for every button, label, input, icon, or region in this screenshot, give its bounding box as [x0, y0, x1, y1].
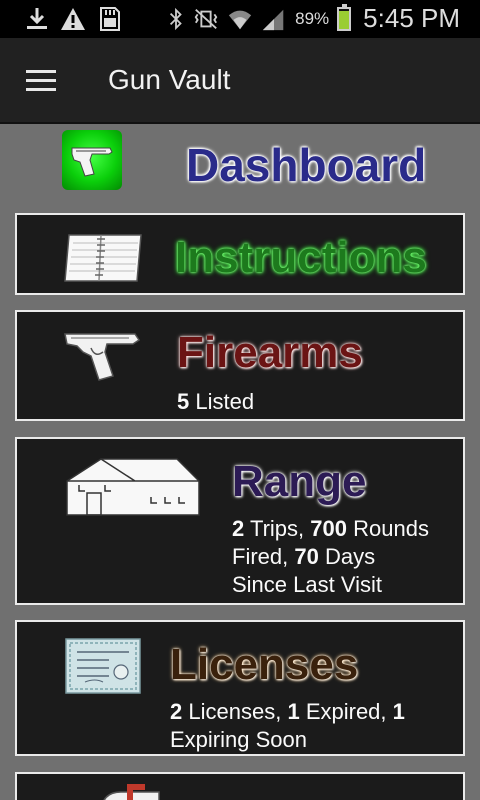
range-title: Range — [232, 457, 367, 506]
range-days: 70 — [294, 544, 319, 569]
licenses-card[interactable]: Licenses 2 Licenses, 1 Expired, 1 Expiri… — [15, 620, 465, 756]
range-trips: 2 — [232, 516, 245, 541]
sd-card-icon — [100, 7, 120, 31]
mailbox-icon — [97, 784, 167, 800]
system-icons: 89% 5:45 PM — [167, 3, 460, 34]
range-rounds-label: Rounds — [353, 516, 429, 541]
battery-icon — [337, 3, 352, 31]
page-title: Dashboard — [186, 139, 427, 191]
instructions-card[interactable]: Instructions — [15, 213, 465, 295]
range-fired-label: Fired, — [232, 544, 289, 569]
status-bar: 89% 5:45 PM — [0, 0, 480, 38]
notebook-icon — [61, 229, 145, 290]
licenses-expired-label: Expired, — [305, 699, 387, 724]
bluetooth-icon — [170, 7, 182, 30]
signal-icon — [262, 9, 284, 30]
certificate-icon — [65, 638, 141, 699]
firearms-summary: 5 Listed — [177, 388, 254, 416]
pistol-icon — [61, 328, 145, 389]
licenses-summary: 2 Licenses, 1 Expired, 1 Expiring Soon — [170, 698, 405, 754]
range-since-label: Since Last Visit — [232, 572, 383, 597]
battery-percentage: 89% — [295, 8, 330, 28]
firearms-count: 5 — [177, 389, 190, 414]
firearms-count-label: Listed — [195, 389, 255, 414]
notification-icons — [24, 5, 122, 33]
firearms-card[interactable]: Firearms 5 Listed — [15, 310, 465, 421]
range-rounds: 700 — [310, 516, 347, 541]
instructions-title: Instructions — [175, 233, 427, 282]
building-icon — [65, 457, 201, 522]
warning-icon — [61, 8, 85, 30]
clock: 5:45 PM — [363, 3, 460, 33]
wifi-icon — [228, 10, 252, 29]
licenses-count-label: Licenses, — [188, 699, 282, 724]
next-card[interactable] — [15, 772, 465, 800]
licenses-expiring-label: Expiring Soon — [170, 727, 307, 752]
range-card[interactable]: Range 2 Trips, 700 Rounds Fired, 70 Days… — [15, 437, 465, 605]
range-summary: 2 Trips, 700 Rounds Fired, 70 Days Since… — [232, 515, 429, 599]
licenses-count: 2 — [170, 699, 183, 724]
licenses-expired: 1 — [287, 699, 300, 724]
pistol-on-green-icon — [62, 130, 122, 190]
range-trips-label: Trips, — [249, 516, 305, 541]
firearms-title: Firearms — [177, 328, 363, 377]
battery-fill — [339, 10, 350, 29]
licenses-title: Licenses — [170, 640, 359, 689]
hamburger-menu-icon[interactable] — [26, 70, 56, 92]
licenses-expiring: 1 — [392, 699, 405, 724]
download-icon — [27, 8, 47, 29]
app-title: Gun Vault — [108, 64, 231, 95]
vibrate-icon — [194, 8, 218, 29]
range-days-label: Days — [324, 544, 376, 569]
app-bar: Gun Vault — [0, 38, 480, 124]
